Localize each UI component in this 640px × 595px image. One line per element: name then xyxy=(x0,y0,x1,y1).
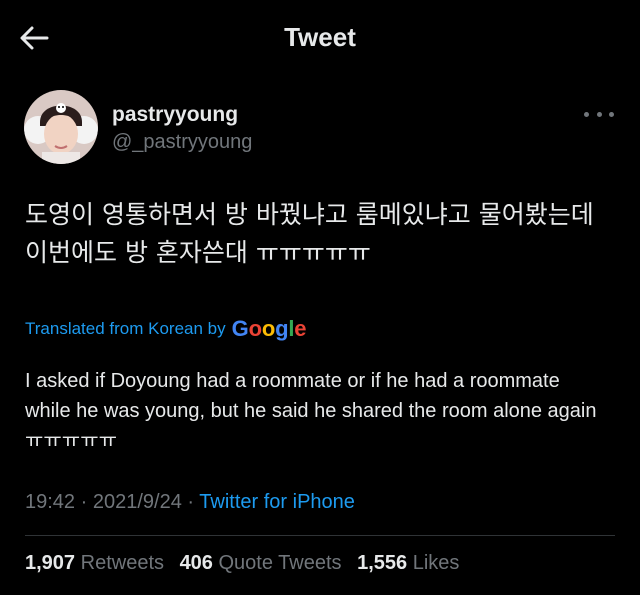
retweets-stat[interactable]: 1,907 Retweets xyxy=(25,552,164,574)
tweet-time: 19:42 xyxy=(25,491,76,513)
tweet-metadata: 19:42 · 2021/9/24 · Twitter for iPhone xyxy=(25,491,355,514)
translated-label: Translated from Korean by xyxy=(25,319,226,338)
translation-notice[interactable]: Translated from Korean by Google xyxy=(25,316,306,342)
tweet-stats: 1,907 Retweets 406 Quote Tweets 1,556 Li… xyxy=(25,552,469,575)
google-logo: Google xyxy=(231,316,307,341)
translated-text: I asked if Doyoung had a roommate or if … xyxy=(25,370,597,452)
quote-tweets-stat[interactable]: 406 Quote Tweets xyxy=(180,552,342,574)
tweet-source-link[interactable]: Twitter for iPhone xyxy=(199,491,355,513)
tweet-text: 도영이 영통하면서 방 바꿨냐고 룸메있냐고 물어봤는데 이번에도 방 혼자쓴대… xyxy=(25,200,594,267)
more-options-button[interactable] xyxy=(584,104,614,124)
avatar[interactable] xyxy=(24,90,98,164)
meta-separator: · xyxy=(80,491,88,513)
tweet-date: 2021/9/24 xyxy=(92,491,182,513)
handle[interactable]: @_pastryyoung xyxy=(112,131,252,154)
more-dots-icon xyxy=(584,111,589,117)
meta-separator: · xyxy=(187,491,195,513)
display-name[interactable]: pastryyoung xyxy=(112,103,238,127)
divider xyxy=(25,535,615,536)
top-bar: Tweet xyxy=(0,0,640,76)
page-title: Tweet xyxy=(284,22,356,52)
likes-stat[interactable]: 1,556 Likes xyxy=(357,552,459,574)
more-dots-icon xyxy=(596,111,602,117)
more-dots-icon xyxy=(609,111,614,117)
